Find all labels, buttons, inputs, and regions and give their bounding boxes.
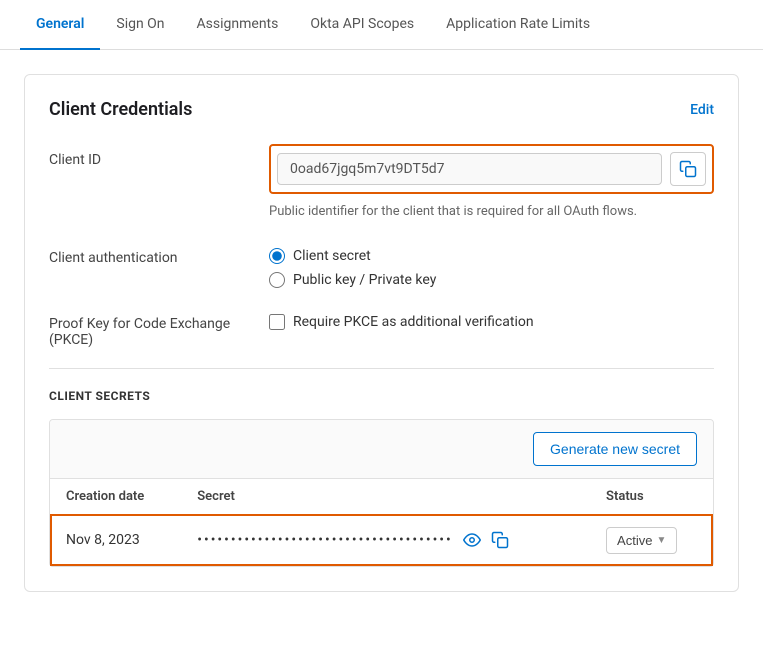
card-title: Client Credentials bbox=[49, 99, 192, 120]
pkce-label: Proof Key for Code Exchange (PKCE) bbox=[49, 308, 269, 348]
secrets-table-wrapper: Generate new secret Creation date Secret… bbox=[49, 419, 714, 567]
client-id-value: 0oad67jgq5m7vt9DT5d7 Public identifier f… bbox=[269, 144, 714, 222]
radio-client-secret-label: Client secret bbox=[293, 248, 371, 264]
th-status: Status bbox=[590, 479, 713, 515]
th-secret: Secret bbox=[181, 479, 590, 515]
client-id-highlight-box: 0oad67jgq5m7vt9DT5d7 bbox=[269, 144, 714, 194]
edit-link[interactable]: Edit bbox=[690, 102, 714, 118]
radio-client-secret[interactable]: Client secret bbox=[269, 248, 714, 264]
radio-public-key-input[interactable] bbox=[269, 272, 285, 288]
pkce-checkbox-item[interactable]: Require PKCE as additional verification bbox=[269, 308, 714, 330]
radio-public-key[interactable]: Public key / Private key bbox=[269, 272, 714, 288]
table-row: Nov 8, 2023 ••••••••••••••••••••••••••••… bbox=[50, 514, 713, 566]
secret-dots: •••••••••••••••••••••••••••••••••••••• bbox=[197, 532, 453, 548]
generate-secret-button[interactable]: Generate new secret bbox=[533, 432, 697, 466]
client-auth-value: Client secret Public key / Private key bbox=[269, 242, 714, 288]
copy-icon bbox=[679, 160, 697, 178]
tab-general[interactable]: General bbox=[20, 0, 100, 50]
client-id-helper: Public identifier for the client that is… bbox=[269, 202, 714, 222]
radio-client-secret-input[interactable] bbox=[269, 248, 285, 264]
copy-secret-icon bbox=[491, 531, 509, 549]
tab-assignments[interactable]: Assignments bbox=[181, 0, 295, 50]
client-id-field: 0oad67jgq5m7vt9DT5d7 bbox=[277, 153, 662, 185]
pkce-checkbox-label: Require PKCE as additional verification bbox=[293, 314, 534, 330]
td-creation-date: Nov 8, 2023 bbox=[50, 514, 181, 566]
secret-col: •••••••••••••••••••••••••••••••••••••• bbox=[197, 531, 574, 549]
secrets-toolbar: Generate new secret bbox=[50, 420, 713, 479]
status-label: Active bbox=[617, 533, 652, 548]
card-header: Client Credentials Edit bbox=[49, 99, 714, 120]
tab-sign-on[interactable]: Sign On bbox=[100, 0, 180, 50]
td-status: Active ▼ bbox=[590, 514, 713, 566]
secrets-table-header-row: Creation date Secret Status bbox=[50, 479, 713, 515]
main-content: Client Credentials Edit Client ID 0oad67… bbox=[0, 50, 763, 616]
client-auth-radio-group: Client secret Public key / Private key bbox=[269, 242, 714, 288]
status-dropdown-button[interactable]: Active ▼ bbox=[606, 527, 677, 554]
copy-secret-button[interactable] bbox=[491, 531, 509, 549]
tab-bar: General Sign On Assignments Okta API Sco… bbox=[0, 0, 763, 50]
reveal-secret-button[interactable] bbox=[463, 531, 481, 549]
client-id-label: Client ID bbox=[49, 144, 269, 168]
client-secrets-section: CLIENT SECRETS Generate new secret Creat… bbox=[49, 389, 714, 567]
th-creation-date: Creation date bbox=[50, 479, 181, 515]
client-id-row: Client ID 0oad67jgq5m7vt9DT5d7 Public id… bbox=[49, 144, 714, 222]
page: General Sign On Assignments Okta API Sco… bbox=[0, 0, 763, 672]
pkce-checkbox[interactable] bbox=[269, 314, 285, 330]
copy-client-id-button[interactable] bbox=[670, 152, 706, 186]
pkce-value: Require PKCE as additional verification bbox=[269, 308, 714, 330]
secrets-table-head: Creation date Secret Status bbox=[50, 479, 713, 515]
secrets-table: Creation date Secret Status Nov 8, 2023 bbox=[50, 479, 713, 566]
td-secret: •••••••••••••••••••••••••••••••••••••• bbox=[181, 514, 590, 566]
secrets-table-body: Nov 8, 2023 ••••••••••••••••••••••••••••… bbox=[50, 514, 713, 566]
eye-icon bbox=[463, 531, 481, 549]
radio-public-key-label: Public key / Private key bbox=[293, 272, 436, 288]
client-auth-label: Client authentication bbox=[49, 242, 269, 266]
client-credentials-card: Client Credentials Edit Client ID 0oad67… bbox=[24, 74, 739, 592]
tab-application-rate-limits[interactable]: Application Rate Limits bbox=[430, 0, 606, 50]
tab-okta-api-scopes[interactable]: Okta API Scopes bbox=[294, 0, 430, 50]
chevron-down-icon: ▼ bbox=[656, 535, 666, 546]
pkce-row: Proof Key for Code Exchange (PKCE) Requi… bbox=[49, 308, 714, 348]
client-auth-row: Client authentication Client secret Publ… bbox=[49, 242, 714, 288]
section-divider bbox=[49, 368, 714, 369]
client-secrets-title: CLIENT SECRETS bbox=[49, 389, 714, 403]
